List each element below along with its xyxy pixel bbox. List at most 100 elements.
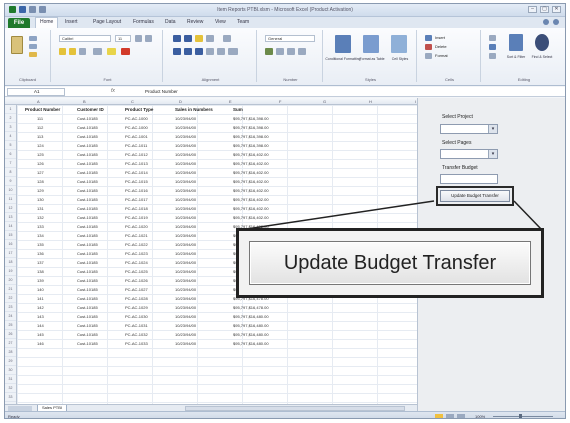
comma-style-icon[interactable] (287, 48, 295, 55)
table-cell[interactable]: Cust-10185 (77, 206, 98, 211)
zoom-level[interactable]: 100% (475, 414, 485, 418)
cut-icon[interactable] (29, 36, 37, 41)
fill-color-icon[interactable] (107, 48, 116, 55)
decrease-indent-icon[interactable] (206, 48, 214, 55)
table-cell[interactable]: 10/23/94/00 (175, 251, 196, 256)
format-cells-icon[interactable] (425, 53, 432, 59)
table-cell[interactable]: Cust-10185 (77, 242, 98, 247)
table-cell[interactable]: 126 (37, 161, 44, 166)
close-button[interactable]: ✕ (552, 6, 561, 13)
table-cell[interactable]: PC-AC-1032 (125, 332, 148, 337)
row-number[interactable]: 31 (5, 375, 16, 384)
header-sum[interactable]: Sum (233, 107, 243, 112)
clear-icon[interactable] (489, 53, 496, 59)
page-layout-view-icon[interactable] (446, 414, 454, 418)
table-cell[interactable]: Cust-10185 (77, 188, 98, 193)
column-letter[interactable]: G (323, 99, 326, 104)
table-cell[interactable]: Cust-10185 (77, 332, 98, 337)
table-cell[interactable]: PC-AC-1020 (125, 224, 148, 229)
table-cell[interactable]: PC-AC-1029 (125, 305, 148, 310)
table-cell[interactable]: Cust-10185 (77, 152, 98, 157)
tab-team[interactable]: Team (237, 19, 249, 25)
wrap-text-icon[interactable] (223, 35, 231, 42)
font-name-select[interactable]: Calibri (59, 35, 111, 42)
table-cell[interactable]: Cust-10185 (77, 296, 98, 301)
table-cell[interactable]: 10/23/94/00 (175, 233, 196, 238)
tab-view[interactable]: View (215, 19, 226, 25)
table-cell[interactable]: Cust-10185 (77, 161, 98, 166)
table-cell[interactable]: 10/23/94/00 (175, 242, 196, 247)
header-product-type[interactable]: Product Type (125, 107, 153, 112)
table-cell[interactable]: 10/23/94/00 (175, 170, 196, 175)
italic-icon[interactable] (69, 48, 76, 55)
table-cell[interactable]: PC-AC-1030 (125, 314, 148, 319)
table-cell[interactable]: $95,797,$16,402.00 (233, 170, 269, 175)
bold-icon[interactable] (59, 48, 66, 55)
table-cell[interactable]: Cust-10185 (77, 305, 98, 310)
table-cell[interactable]: PC-AC-1000 (125, 116, 148, 121)
autosum-icon[interactable] (489, 35, 496, 41)
table-cell[interactable]: 10/23/94/00 (175, 323, 196, 328)
table-cell[interactable]: 10/23/94/00 (175, 341, 196, 346)
cell-styles-button[interactable]: Cell Styles (387, 57, 413, 61)
table-cell[interactable]: 133 (37, 224, 44, 229)
update-budget-transfer-button[interactable]: Update Budget Transfer (440, 190, 510, 202)
align-left-icon[interactable] (173, 48, 181, 55)
table-cell[interactable]: Cust-10185 (77, 323, 98, 328)
callout-update-budget-transfer-button[interactable]: Update Budget Transfer (249, 241, 531, 285)
table-cell[interactable]: 143 (37, 314, 44, 319)
table-cell[interactable]: PC-AC-1012 (125, 152, 148, 157)
table-cell[interactable]: PC-AC-1001 (125, 134, 148, 139)
chevron-down-icon[interactable]: ▾ (488, 150, 497, 158)
table-cell[interactable]: Cust-10185 (77, 341, 98, 346)
table-cell[interactable]: 132 (37, 215, 44, 220)
table-cell[interactable]: PC-AC-1033 (125, 341, 148, 346)
table-cell[interactable]: 144 (37, 323, 44, 328)
table-cell[interactable]: PC-AC-1011 (125, 143, 147, 148)
column-letter[interactable]: D (179, 99, 182, 104)
table-cell[interactable]: PC-AC-1015 (125, 179, 148, 184)
table-cell[interactable]: 139 (37, 278, 44, 283)
table-cell[interactable]: Cust-10185 (77, 179, 98, 184)
tab-home[interactable]: Home (35, 17, 59, 28)
minimize-ribbon-icon[interactable] (543, 19, 549, 25)
table-cell[interactable]: Cust-10185 (77, 134, 98, 139)
table-cell[interactable]: PC-AC-1000 (125, 125, 148, 130)
table-cell[interactable]: PC-AC-1028 (125, 296, 148, 301)
table-cell[interactable]: Cust-10185 (77, 278, 98, 283)
fill-icon[interactable] (489, 44, 496, 50)
table-cell[interactable]: $95,797,$16,398.00 (233, 134, 269, 139)
table-cell[interactable]: 10/23/94/00 (175, 152, 196, 157)
table-cell[interactable]: 10/23/94/00 (175, 143, 196, 148)
table-cell[interactable]: 10/23/94/00 (175, 314, 196, 319)
help-icon[interactable] (553, 19, 559, 25)
table-cell[interactable]: $95,797,$16,478.00 (233, 305, 269, 310)
table-cell[interactable]: PC-AC-1022 (125, 242, 148, 247)
table-cell[interactable]: $95,797,$16,398.00 (233, 125, 269, 130)
paste-icon[interactable] (11, 36, 23, 54)
zoom-slider[interactable] (493, 416, 553, 417)
table-cell[interactable]: $95,797,$16,402.00 (233, 215, 269, 220)
column-letter[interactable]: I (415, 99, 416, 104)
table-cell[interactable]: Cust-10185 (77, 314, 98, 319)
table-cell[interactable]: 145 (37, 332, 44, 337)
table-cell[interactable]: 10/23/94/00 (175, 206, 196, 211)
table-cell[interactable]: 10/23/94/00 (175, 224, 196, 229)
table-cell[interactable]: Cust-10185 (77, 143, 98, 148)
align-bottom-icon[interactable] (195, 35, 203, 42)
table-cell[interactable]: 129 (37, 188, 44, 193)
column-letter[interactable]: H (369, 99, 372, 104)
shrink-font-icon[interactable] (145, 35, 152, 42)
table-cell[interactable]: PC-AC-1014 (125, 170, 148, 175)
table-cell[interactable]: $95,797,$16,402.00 (233, 179, 269, 184)
maximize-button[interactable]: ▢ (540, 6, 549, 13)
chevron-down-icon[interactable]: ▾ (488, 125, 497, 133)
column-letter[interactable]: B (83, 99, 86, 104)
align-center-icon[interactable] (184, 48, 192, 55)
table-cell[interactable]: Cust-10185 (77, 197, 98, 202)
table-cell[interactable]: 10/23/94/00 (175, 116, 196, 121)
table-cell[interactable]: 131 (37, 206, 44, 211)
table-cell[interactable]: $95,797,$16,402.00 (233, 188, 269, 193)
table-cell[interactable]: 130 (37, 197, 44, 202)
table-cell[interactable]: 10/23/94/00 (175, 278, 196, 283)
